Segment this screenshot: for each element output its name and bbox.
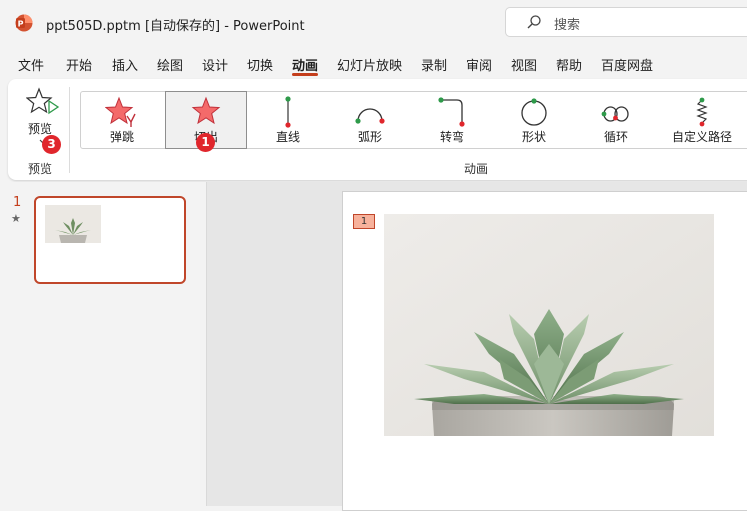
- animation-turn-path[interactable]: 转弯: [411, 92, 493, 148]
- animation-shape-path-label: 形状: [521, 130, 546, 144]
- tab-slideshow[interactable]: 幻灯片放映: [337, 55, 402, 74]
- bounce-star-icon: [105, 96, 136, 127]
- preview-star-icon: [26, 87, 60, 115]
- animation-custom-path-label: 自定义路径: [671, 130, 732, 144]
- loop-path-icon: [601, 106, 629, 122]
- animation-order-tag[interactable]: 1: [353, 214, 375, 229]
- svg-text:P: P: [18, 19, 24, 28]
- animation-arc-path[interactable]: 弧形: [329, 92, 411, 148]
- fly-out-star-icon: [191, 96, 221, 125]
- title-bar: P ppt505D.pptm [自动保存的] - PowerPoint 搜索: [0, 0, 747, 46]
- animation-shape-path[interactable]: 形状: [493, 92, 575, 148]
- tab-file[interactable]: 文件: [18, 55, 44, 74]
- shape-path-icon: [521, 98, 547, 126]
- tab-baidu-netdisk[interactable]: 百度网盘: [601, 55, 653, 74]
- tab-record[interactable]: 录制: [421, 55, 447, 74]
- tab-animations[interactable]: 动画: [292, 55, 318, 74]
- animation-star-icon: ★: [11, 212, 21, 225]
- active-tab-indicator: [292, 73, 318, 76]
- ribbon-tabs: 文件 开始 插入 绘图 设计 切换 动画 幻灯片放映 录制 审阅 视图 帮助 百…: [0, 50, 747, 76]
- slide-number: 1: [13, 195, 22, 210]
- arc-path-icon: [355, 108, 385, 124]
- tab-insert[interactable]: 插入: [112, 55, 138, 74]
- animation-turn-path-label: 转弯: [439, 130, 464, 144]
- slide-thumbnail[interactable]: [34, 196, 186, 284]
- search-box[interactable]: 搜索: [505, 7, 747, 37]
- tab-help[interactable]: 帮助: [556, 55, 582, 74]
- tab-view[interactable]: 视图: [511, 55, 537, 74]
- animation-loop-path-label: 循环: [603, 130, 628, 144]
- tab-review[interactable]: 审阅: [466, 55, 492, 74]
- preview-group-label: 预览: [28, 162, 53, 176]
- tab-draw[interactable]: 绘图: [157, 55, 183, 74]
- animation-line-path-label: 直线: [275, 130, 300, 144]
- search-placeholder: 搜索: [554, 18, 581, 33]
- ribbon-panel: 预览 预览 弹跳 切出: [8, 79, 747, 180]
- line-path-icon: [285, 96, 291, 128]
- animation-bounce-label: 弹跳: [109, 130, 134, 144]
- search-icon: [527, 15, 541, 29]
- custom-path-icon: [696, 97, 708, 127]
- animation-custom-path[interactable]: 自定义路径: [657, 92, 747, 148]
- turn-path-icon: [438, 97, 465, 127]
- tab-transitions[interactable]: 切换: [247, 55, 273, 74]
- animation-bounce[interactable]: 弹跳: [81, 92, 163, 148]
- animation-arc-path-label: 弧形: [357, 130, 382, 144]
- animation-gallery: 弹跳 切出 直线 弧形: [80, 91, 747, 149]
- tab-home[interactable]: 开始: [66, 55, 92, 74]
- animation-group-label: 动画: [464, 162, 489, 176]
- tab-design[interactable]: 设计: [202, 55, 228, 74]
- callout-badge-1: 1: [196, 133, 215, 152]
- animation-loop-path[interactable]: 循环: [575, 92, 657, 148]
- window-title: ppt505D.pptm [自动保存的] - PowerPoint: [46, 19, 305, 34]
- group-divider: [69, 87, 70, 173]
- animation-line-path[interactable]: 直线: [247, 92, 329, 148]
- powerpoint-logo-icon: P: [15, 14, 33, 32]
- thumbnail-succulent-image: [45, 205, 101, 243]
- succulent-photo[interactable]: [384, 214, 714, 436]
- callout-badge-3: 3: [42, 135, 61, 154]
